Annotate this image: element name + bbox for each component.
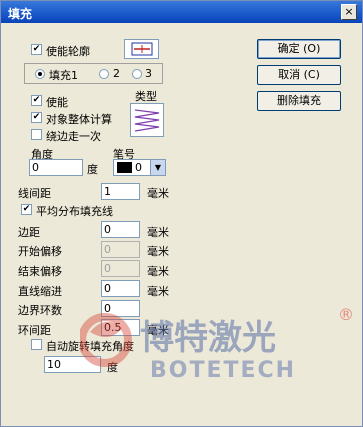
fill-radio-1-label: 填充1 xyxy=(49,69,78,82)
start-offset-unit: 毫米 xyxy=(147,245,169,258)
pen-value: 0 xyxy=(135,161,142,174)
window-title: 填充 xyxy=(8,7,33,21)
angle-input[interactable]: 0 xyxy=(29,159,83,176)
enable-fill-label: 使能 xyxy=(46,96,68,109)
whole-object-checkbox[interactable]: ✔ xyxy=(31,112,42,123)
fill-radio-3-label: 3 xyxy=(145,67,152,80)
fill-type-button[interactable] xyxy=(130,103,164,137)
end-offset-label: 结束偏移 xyxy=(18,265,62,278)
whole-object-label: 对象整体计算 xyxy=(46,113,112,126)
outline-settings-button[interactable] xyxy=(124,39,159,59)
end-offset-unit: 毫米 xyxy=(147,265,169,278)
close-button[interactable]: × xyxy=(341,4,357,20)
fill-type-label: 类型 xyxy=(135,90,157,103)
start-offset-input[interactable]: 0 xyxy=(101,241,140,258)
enable-outline-label: 使能轮廓 xyxy=(46,45,90,58)
pen-select[interactable]: 0 ▼ xyxy=(113,159,166,176)
line-indent-input[interactable]: 0 xyxy=(101,280,140,297)
line-spacing-label: 线间距 xyxy=(18,187,51,200)
edge-once-label: 绕边走一次 xyxy=(46,130,101,143)
hatch-type-icon xyxy=(134,109,160,132)
auto-rotate-checkbox[interactable] xyxy=(31,339,42,350)
svg-text:BOTETECH: BOTETECH xyxy=(150,358,296,383)
chevron-down-icon[interactable]: ▼ xyxy=(150,160,165,175)
angle-unit: 度 xyxy=(87,163,98,176)
fill-radio-1[interactable] xyxy=(35,69,45,79)
line-spacing-input[interactable]: 1 xyxy=(101,183,140,200)
loop-spacing-label: 环间距 xyxy=(18,324,51,337)
line-indent-unit: 毫米 xyxy=(147,285,169,298)
margin-unit: 毫米 xyxy=(147,226,169,239)
distribute-lines-checkbox[interactable]: ✔ xyxy=(21,204,32,215)
svg-text:博特激光: 博特激光 xyxy=(140,318,276,358)
line-spacing-unit: 毫米 xyxy=(147,187,169,200)
title-bar: 填充 × xyxy=(1,1,362,23)
border-loops-label: 边界环数 xyxy=(18,304,62,317)
botetech-watermark-logo: 博特激光 BOTETECH ® xyxy=(80,305,354,383)
fill-radio-2[interactable] xyxy=(99,69,109,79)
fill-radio-2-label: 2 xyxy=(113,67,120,80)
enable-fill-checkbox[interactable]: ✔ xyxy=(31,95,42,106)
delete-fill-button[interactable]: 删除填充 xyxy=(257,91,341,111)
start-offset-label: 开始偏移 xyxy=(18,245,62,258)
fill-radio-3[interactable] xyxy=(132,69,142,79)
enable-outline-checkbox[interactable]: ✔ xyxy=(31,44,42,55)
ok-button[interactable]: 确定 (O) xyxy=(257,39,341,59)
distribute-lines-label: 平均分布填充线 xyxy=(36,205,113,218)
outline-icon xyxy=(131,42,153,56)
end-offset-input[interactable]: 0 xyxy=(101,260,140,277)
margin-label: 边距 xyxy=(18,226,40,239)
svg-text:®: ® xyxy=(338,305,354,324)
margin-input[interactable]: 0 xyxy=(101,221,140,238)
edge-once-checkbox[interactable] xyxy=(31,129,42,140)
fill-dialog: 填充 × ✔ 使能轮廓 填充1 2 3 ✔ 使能 ✔ 对象整体计算 绕边走一次 … xyxy=(0,0,363,427)
pen-color-swatch xyxy=(117,162,132,173)
cancel-button[interactable]: 取消 (C) xyxy=(257,65,341,85)
line-indent-label: 直线缩进 xyxy=(18,285,62,298)
